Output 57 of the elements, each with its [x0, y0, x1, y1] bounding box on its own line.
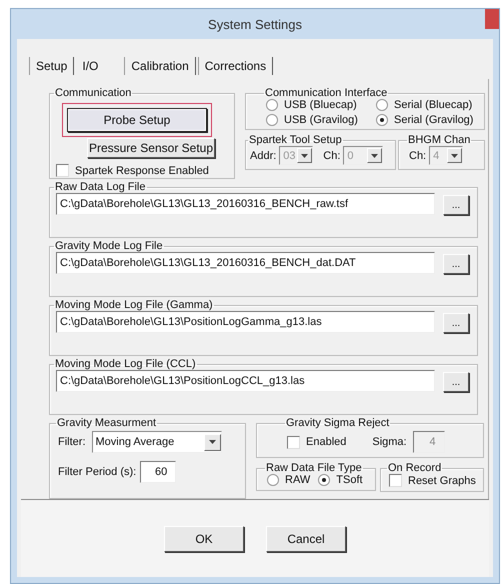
checkbox[interactable]: [287, 436, 300, 448]
browse-button[interactable]: ...: [443, 254, 469, 274]
cancel-button[interactable]: Cancel: [266, 526, 346, 552]
group-title: On Record: [387, 462, 442, 474]
option-label[interactable]: Serial (Gravilog): [394, 114, 474, 126]
ok-button[interactable]: OK: [164, 526, 244, 552]
field-label: Filter Period (s):: [58, 466, 136, 478]
field-label: Ch:: [323, 150, 340, 162]
option-label[interactable]: RAW: [285, 474, 310, 486]
radio-button[interactable]: [376, 114, 388, 126]
radio-button[interactable]: [318, 474, 330, 486]
group-title: Gravity Mode Log File: [54, 240, 164, 252]
checkbox-label[interactable]: Spartek Response Enabled: [75, 164, 209, 176]
field-label: Ch:: [409, 150, 426, 162]
group-title: Moving Mode Log File (Gamma): [54, 299, 214, 311]
file-path-field[interactable]: C:\gData\Borehole\GL13\GL13_20160316_BENCH_dat.DAT: [56, 252, 435, 274]
checkbox[interactable]: [389, 474, 402, 487]
browse-button[interactable]: ...: [443, 313, 469, 333]
dropdown-arrow-icon: [451, 154, 458, 158]
option-label[interactable]: USB (Bluecap): [284, 99, 357, 111]
group-title: Moving Mode Log File (CCL): [54, 358, 197, 370]
field-label: Sigma:: [372, 436, 407, 448]
tab[interactable]: I/O: [76, 57, 104, 75]
option-label[interactable]: USB (Gravilog): [284, 114, 358, 126]
window-title: System Settings: [208, 16, 302, 32]
field-label: Filter:: [58, 436, 86, 448]
option-label[interactable]: TSoft: [336, 474, 363, 486]
file-path-field[interactable]: C:\gData\Borehole\GL13\PositionLogCCL_g13.las: [56, 370, 435, 392]
group-title: Gravity Sigma Reject: [285, 417, 390, 429]
radio-button[interactable]: [267, 474, 279, 486]
dropdown-arrow-icon: [301, 154, 308, 158]
radio-button[interactable]: [266, 114, 278, 126]
tab[interactable]: Setup: [29, 57, 74, 75]
group-title: Raw Data File Type: [265, 462, 363, 474]
file-path-field[interactable]: C:\gData\Borehole\GL13\GL13_20160316_BENCH_raw.tsf: [56, 193, 435, 215]
checkbox-label[interactable]: Reset Graphs: [408, 474, 476, 486]
file-path-field[interactable]: C:\gData\Borehole\GL13\PositionLogGamma_g13.las: [56, 311, 435, 333]
radio-button[interactable]: [266, 99, 278, 111]
option-label[interactable]: Serial (Bluecap): [394, 99, 472, 111]
group-title: BHGM Chan: [407, 134, 472, 146]
input-field[interactable]: 60: [140, 461, 176, 483]
tab[interactable]: Corrections: [198, 57, 274, 75]
radio-button[interactable]: [376, 99, 388, 111]
dropdown-arrow-icon: [371, 154, 378, 158]
dropdown-arrow-icon: [208, 440, 216, 444]
field-label: Addr:: [250, 150, 276, 162]
browse-button[interactable]: ...: [443, 195, 469, 215]
group-title: Raw Data Log File: [54, 181, 146, 193]
group-title: Communication Interface: [264, 87, 388, 99]
checkbox[interactable]: [56, 164, 69, 177]
tab[interactable]: Calibration: [124, 57, 196, 75]
browse-button[interactable]: ...: [443, 372, 469, 392]
group-title: Gravity Measurment: [56, 417, 158, 429]
group-title: Spartek Tool Setup: [248, 134, 343, 146]
group-title: Communication: [54, 87, 132, 99]
checkbox-label[interactable]: Enabled: [306, 436, 346, 448]
dropdown-field[interactable]: Moving Average: [92, 431, 222, 453]
